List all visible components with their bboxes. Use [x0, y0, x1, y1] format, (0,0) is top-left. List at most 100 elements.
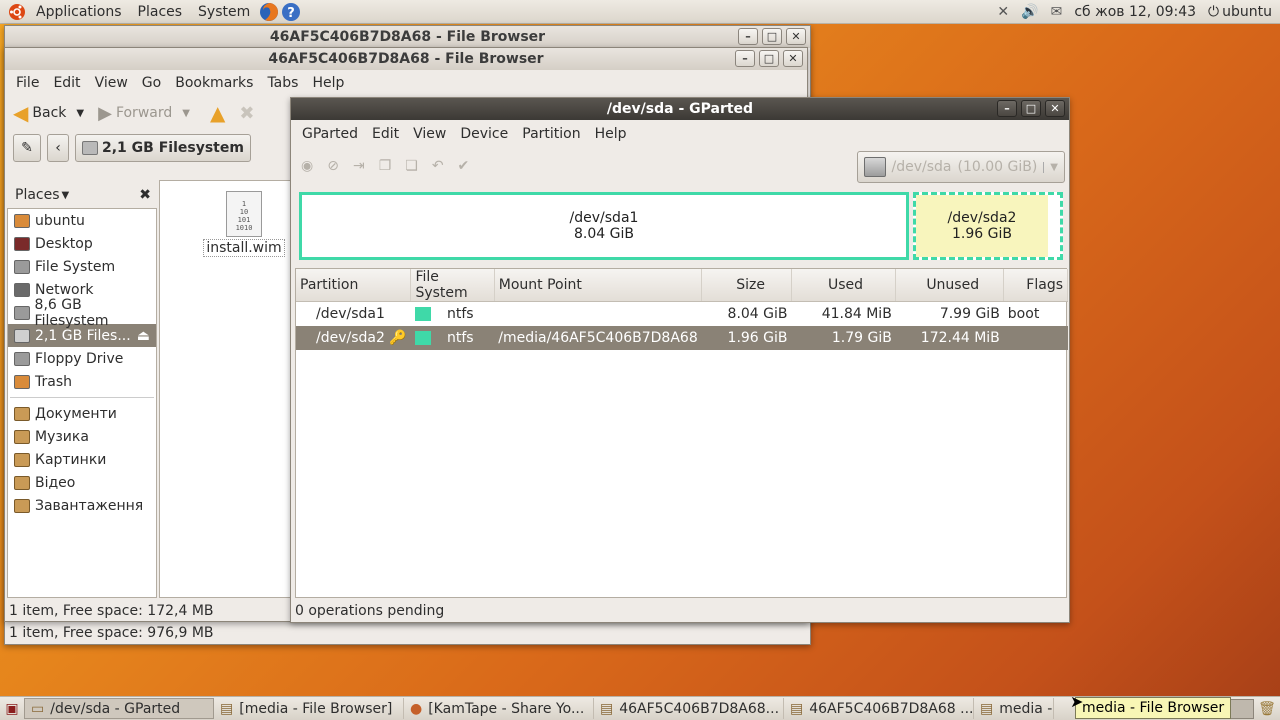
- table-row[interactable]: /dev/sda2 🔑 ntfs/media/46AF5C406B7D8A68 1.…: [296, 325, 1068, 350]
- sidebar-item[interactable]: 8,6 GB Filesystem: [8, 297, 156, 329]
- user-menu[interactable]: ⏻ ubuntu: [1208, 4, 1272, 20]
- new-icon[interactable]: ◉: [301, 158, 313, 174]
- col-partition[interactable]: Partition: [296, 269, 412, 302]
- minimize-button[interactable]: –: [997, 100, 1017, 117]
- menu-edit[interactable]: Edit: [365, 126, 406, 142]
- col-unused[interactable]: Unused: [895, 269, 1005, 302]
- sidebar-bookmark[interactable]: Завантаження: [8, 494, 156, 517]
- menu-view[interactable]: View: [406, 126, 453, 142]
- back-button[interactable]: ◀ Back ▼: [13, 101, 84, 125]
- close-button[interactable]: ✕: [1045, 100, 1065, 117]
- sidebar-item[interactable]: ubuntu: [8, 209, 156, 232]
- sidebar-bookmark[interactable]: Відео: [8, 471, 156, 494]
- partition-block-sda1[interactable]: /dev/sda1 8.04 GiB: [299, 192, 909, 260]
- drive-icon: [82, 141, 98, 155]
- chevron-down-icon[interactable]: ▼: [76, 108, 84, 119]
- trash-applet-icon[interactable]: 🗑: [1254, 701, 1280, 717]
- used-space-fill: /dev/sda2 1.96 GiB: [916, 195, 1048, 257]
- device-selector[interactable]: /dev/sda (10.00 GiB) ▼: [856, 151, 1065, 183]
- taskbar-label: media -: [999, 700, 1053, 717]
- show-desktop-icon[interactable]: ▣: [0, 701, 24, 717]
- menu-view[interactable]: View: [88, 75, 135, 91]
- cell-flags: [1003, 325, 1068, 350]
- close-button[interactable]: ✕: [786, 28, 806, 45]
- path-left-button[interactable]: ‹: [47, 134, 69, 162]
- undo-icon[interactable]: ↶: [432, 158, 444, 174]
- sidebar-item[interactable]: Desktop: [8, 232, 156, 255]
- mouse-cursor-icon: ➤: [1070, 692, 1084, 711]
- stop-icon[interactable]: ✖: [239, 103, 254, 124]
- taskbar-button[interactable]: ▤ [media - File Browser]: [214, 698, 404, 719]
- close-button[interactable]: ✕: [783, 50, 803, 67]
- resize-icon[interactable]: ⇥: [353, 158, 365, 174]
- menu-edit[interactable]: Edit: [46, 75, 87, 91]
- menu-gparted[interactable]: GParted: [295, 126, 365, 142]
- path-button-current[interactable]: 2,1 GB Filesystem: [75, 134, 251, 162]
- sidebar-item-label: 8,6 GB Filesystem: [34, 296, 109, 329]
- eject-icon[interactable]: ⏏: [137, 328, 150, 344]
- cell-used: 1.79 GiB: [791, 325, 896, 350]
- copy-icon[interactable]: ❐: [379, 158, 392, 174]
- sidebar-bookmark[interactable]: Документи: [8, 402, 156, 425]
- sidebar-item[interactable]: Trash: [8, 370, 156, 393]
- menu-go[interactable]: Go: [135, 75, 168, 91]
- chevron-down-icon[interactable]: ▼: [182, 108, 190, 119]
- sidebar-item[interactable]: File System: [8, 255, 156, 278]
- username: ubuntu: [1222, 3, 1272, 20]
- maximize-button[interactable]: □: [1021, 100, 1041, 117]
- drive-icon: [14, 305, 30, 320]
- menu-help[interactable]: Help: [305, 75, 351, 91]
- minimize-button[interactable]: –: [738, 28, 758, 45]
- table-row[interactable]: /dev/sda1 ntfs 8.04 GiB 41.84 MiB 7.99 GiB bo…: [296, 302, 1068, 326]
- paste-icon[interactable]: ❏: [405, 158, 418, 174]
- file-item[interactable]: 1 10 101 1010 install.wim: [203, 191, 285, 257]
- edit-location-button[interactable]: ✎: [13, 134, 41, 162]
- ubuntu-logo-icon[interactable]: [6, 1, 28, 23]
- partition-block-sda2[interactable]: /dev/sda2 1.96 GiB: [913, 192, 1063, 260]
- col-filesystem[interactable]: File System: [410, 269, 495, 302]
- applications-menu[interactable]: Applications: [28, 4, 130, 20]
- delete-icon[interactable]: ⊘: [327, 158, 339, 174]
- minimize-button[interactable]: –: [735, 50, 755, 67]
- menu-help[interactable]: Help: [588, 126, 634, 142]
- clock[interactable]: сб жов 12, 09:43: [1074, 4, 1196, 20]
- taskbar-button[interactable]: ● [KamTape - Share Yo...: [404, 698, 594, 719]
- mail-icon[interactable]: ✉: [1051, 4, 1063, 20]
- close-sidebar-icon[interactable]: ✖: [139, 187, 151, 203]
- title-bar[interactable]: /dev/sda - GParted – □ ✕: [291, 98, 1069, 120]
- menu-bookmarks[interactable]: Bookmarks: [168, 75, 260, 91]
- taskbar-button[interactable]: ▭ /dev/sda - GParted: [24, 698, 214, 719]
- maximize-button[interactable]: □: [759, 50, 779, 67]
- forward-button[interactable]: ▶ Forward ▼: [98, 103, 190, 124]
- places-dropdown[interactable]: Places: [15, 187, 60, 203]
- col-size[interactable]: Size: [701, 269, 792, 302]
- taskbar-button[interactable]: ▤ 46AF5C406B7D8A68 ...: [784, 698, 974, 719]
- places-list: ubuntu Desktop File System Network 8,6 GB Fi…: [8, 209, 156, 393]
- sidebar-bookmark[interactable]: Картинки: [8, 448, 156, 471]
- up-icon[interactable]: ▲: [210, 101, 225, 125]
- places-menu[interactable]: Places: [130, 4, 191, 20]
- sidebar-item[interactable]: Floppy Drive: [8, 347, 156, 370]
- volume-icon[interactable]: 🔊: [1021, 4, 1038, 20]
- help-icon[interactable]: ?: [280, 2, 302, 22]
- menu-device[interactable]: Device: [453, 126, 515, 142]
- taskbar-button[interactable]: ▤ media -: [974, 698, 1054, 719]
- title-bar[interactable]: 46AF5C406B7D8A68 - File Browser – □ ✕: [5, 26, 810, 48]
- sidebar-bookmark[interactable]: Музика: [8, 425, 156, 448]
- filesystem-color-swatch: [414, 306, 431, 321]
- network-disconnected-icon[interactable]: ✕: [997, 4, 1009, 20]
- col-flags[interactable]: Flags: [1003, 269, 1068, 302]
- col-used[interactable]: Used: [791, 269, 897, 302]
- system-menu[interactable]: System: [190, 4, 258, 20]
- maximize-button[interactable]: □: [762, 28, 782, 45]
- chevron-down-icon[interactable]: ▼: [62, 190, 70, 201]
- title-bar[interactable]: 46AF5C406B7D8A68 - File Browser – □ ✕: [5, 48, 807, 70]
- menu-partition[interactable]: Partition: [515, 126, 587, 142]
- taskbar-button[interactable]: ▤ 46AF5C406B7D8A68...: [594, 698, 784, 719]
- col-mountpoint[interactable]: Mount Point: [494, 269, 703, 302]
- apply-icon[interactable]: ✔: [458, 158, 470, 174]
- taskbar-label: 46AF5C406B7D8A68 ...: [809, 700, 974, 717]
- menu-file[interactable]: File: [9, 75, 46, 91]
- menu-tabs[interactable]: Tabs: [260, 75, 305, 91]
- firefox-icon[interactable]: [258, 2, 280, 22]
